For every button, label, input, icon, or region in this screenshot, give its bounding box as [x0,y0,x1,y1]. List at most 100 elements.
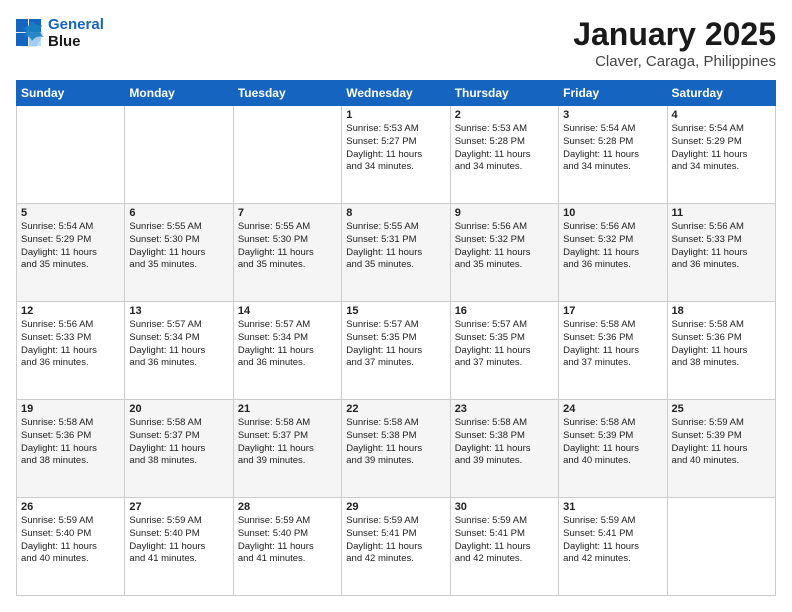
day-info: Sunrise: 5:58 AM Sunset: 5:36 PM Dayligh… [563,319,662,370]
cal-cell: 18 Sunrise: 5:58 AM Sunset: 5:36 PM Dayli… [667,302,775,400]
day-info: Sunrise: 5:59 AM Sunset: 5:41 PM Dayligh… [563,515,662,566]
day-number: 23 [455,403,554,415]
day-info: Sunrise: 5:58 AM Sunset: 5:36 PM Dayligh… [21,417,120,468]
day-info: Sunrise: 5:54 AM Sunset: 5:29 PM Dayligh… [672,123,771,174]
day-info: Sunrise: 5:53 AM Sunset: 5:28 PM Dayligh… [455,123,554,174]
weekday-header-friday: Friday [559,81,667,106]
day-number: 29 [346,501,445,513]
day-number: 7 [238,207,337,219]
weekday-header-row: SundayMondayTuesdayWednesdayThursdayFrid… [17,81,776,106]
weekday-header-thursday: Thursday [450,81,558,106]
cal-cell: 27Sunrise: 5:59 AM Sunset: 5:40 PM Dayli… [125,498,233,596]
day-number: 30 [455,501,554,513]
day-info: Sunrise: 5:59 AM Sunset: 5:40 PM Dayligh… [21,515,120,566]
day-number: 8 [346,207,445,219]
week-row-1: 5Sunrise: 5:54 AM Sunset: 5:29 PM Daylig… [17,204,776,302]
cal-cell: 23 Sunrise: 5:58 AM Sunset: 5:38 PM Dayli… [450,400,558,498]
week-row-0: 1Sunrise: 5:53 AM Sunset: 5:27 PM Daylig… [17,106,776,204]
cal-cell: 9Sunrise: 5:56 AM Sunset: 5:32 PM Daylig… [450,204,558,302]
day-number: 31 [563,501,662,513]
cal-cell: 8 Sunrise: 5:55 AM Sunset: 5:31 PM Daylig… [342,204,450,302]
cal-cell: 3 Sunrise: 5:54 AM Sunset: 5:28 PM Daylig… [559,106,667,204]
calendar-table: SundayMondayTuesdayWednesdayThursdayFrid… [16,80,776,596]
logo: General Blue [16,16,104,51]
title-block: January 2025 Claver, Caraga, Philippines [573,16,776,70]
calendar-subtitle: Claver, Caraga, Philippines [573,53,776,70]
logo-general: General [48,16,104,33]
cal-cell: 25 Sunrise: 5:59 AM Sunset: 5:39 PM Dayli… [667,400,775,498]
day-number: 4 [672,109,771,121]
cal-cell [125,106,233,204]
day-info: Sunrise: 5:55 AM Sunset: 5:30 PM Dayligh… [238,221,337,272]
page: General Blue January 2025 Claver, Caraga… [0,0,792,612]
day-info: Sunrise: 5:59 AM Sunset: 5:41 PM Dayligh… [455,515,554,566]
cal-cell: 14 Sunrise: 5:57 AM Sunset: 5:34 PM Dayli… [233,302,341,400]
cal-cell: 22Sunrise: 5:58 AM Sunset: 5:38 PM Dayli… [342,400,450,498]
day-info: Sunrise: 5:58 AM Sunset: 5:37 PM Dayligh… [129,417,228,468]
day-info: Sunrise: 5:55 AM Sunset: 5:30 PM Dayligh… [129,221,228,272]
day-number: 11 [672,207,771,219]
cal-cell: 15 Sunrise: 5:57 AM Sunset: 5:35 PM Dayli… [342,302,450,400]
day-info: Sunrise: 5:56 AM Sunset: 5:33 PM Dayligh… [672,221,771,272]
weekday-header-saturday: Saturday [667,81,775,106]
cal-cell: 28Sunrise: 5:59 AM Sunset: 5:40 PM Dayli… [233,498,341,596]
weekday-header-wednesday: Wednesday [342,81,450,106]
day-number: 26 [21,501,120,513]
day-number: 14 [238,305,337,317]
day-info: Sunrise: 5:57 AM Sunset: 5:35 PM Dayligh… [455,319,554,370]
day-number: 1 [346,109,445,121]
cal-cell [667,498,775,596]
cal-cell: 10Sunrise: 5:56 AM Sunset: 5:32 PM Dayli… [559,204,667,302]
cal-cell: 30 Sunrise: 5:59 AM Sunset: 5:41 PM Dayli… [450,498,558,596]
day-info: Sunrise: 5:58 AM Sunset: 5:37 PM Dayligh… [238,417,337,468]
cal-cell: 5Sunrise: 5:54 AM Sunset: 5:29 PM Daylig… [17,204,125,302]
day-number: 24 [563,403,662,415]
cal-cell: 31 Sunrise: 5:59 AM Sunset: 5:41 PM Dayli… [559,498,667,596]
cal-cell: 4 Sunrise: 5:54 AM Sunset: 5:29 PM Daylig… [667,106,775,204]
cal-cell: 7 Sunrise: 5:55 AM Sunset: 5:30 PM Daylig… [233,204,341,302]
cal-cell: 20 Sunrise: 5:58 AM Sunset: 5:37 PM Dayli… [125,400,233,498]
weekday-header-tuesday: Tuesday [233,81,341,106]
day-number: 15 [346,305,445,317]
day-number: 20 [129,403,228,415]
day-info: Sunrise: 5:56 AM Sunset: 5:33 PM Dayligh… [21,319,120,370]
day-info: Sunrise: 5:59 AM Sunset: 5:40 PM Dayligh… [238,515,337,566]
cal-cell: 12 Sunrise: 5:56 AM Sunset: 5:33 PM Dayli… [17,302,125,400]
week-row-4: 26 Sunrise: 5:59 AM Sunset: 5:40 PM Dayli… [17,498,776,596]
day-info: Sunrise: 5:57 AM Sunset: 5:35 PM Dayligh… [346,319,445,370]
day-info: Sunrise: 5:58 AM Sunset: 5:38 PM Dayligh… [455,417,554,468]
week-row-2: 12 Sunrise: 5:56 AM Sunset: 5:33 PM Dayli… [17,302,776,400]
day-number: 12 [21,305,120,317]
cal-cell: 11 Sunrise: 5:56 AM Sunset: 5:33 PM Dayli… [667,204,775,302]
day-info: Sunrise: 5:54 AM Sunset: 5:29 PM Dayligh… [21,221,120,272]
weekday-header-monday: Monday [125,81,233,106]
day-info: Sunrise: 5:54 AM Sunset: 5:28 PM Dayligh… [563,123,662,174]
cal-cell [17,106,125,204]
calendar-title: January 2025 [573,16,776,53]
day-number: 10 [563,207,662,219]
day-info: Sunrise: 5:57 AM Sunset: 5:34 PM Dayligh… [238,319,337,370]
day-info: Sunrise: 5:59 AM Sunset: 5:40 PM Dayligh… [129,515,228,566]
day-number: 17 [563,305,662,317]
cal-cell: 17 Sunrise: 5:58 AM Sunset: 5:36 PM Dayli… [559,302,667,400]
day-number: 3 [563,109,662,121]
day-number: 2 [455,109,554,121]
day-number: 22 [346,403,445,415]
cal-cell: 26 Sunrise: 5:59 AM Sunset: 5:40 PM Dayli… [17,498,125,596]
day-info: Sunrise: 5:58 AM Sunset: 5:39 PM Dayligh… [563,417,662,468]
weekday-header-sunday: Sunday [17,81,125,106]
cal-cell: 2 Sunrise: 5:53 AM Sunset: 5:28 PM Daylig… [450,106,558,204]
logo-blue: Blue [48,33,81,50]
day-number: 6 [129,207,228,219]
day-number: 21 [238,403,337,415]
cal-cell: 13Sunrise: 5:57 AM Sunset: 5:34 PM Dayli… [125,302,233,400]
cal-cell: 24 Sunrise: 5:58 AM Sunset: 5:39 PM Dayli… [559,400,667,498]
day-number: 13 [129,305,228,317]
day-info: Sunrise: 5:55 AM Sunset: 5:31 PM Dayligh… [346,221,445,272]
cal-cell: 21 Sunrise: 5:58 AM Sunset: 5:37 PM Dayli… [233,400,341,498]
day-info: Sunrise: 5:59 AM Sunset: 5:39 PM Dayligh… [672,417,771,468]
day-number: 18 [672,305,771,317]
day-number: 25 [672,403,771,415]
day-info: Sunrise: 5:58 AM Sunset: 5:36 PM Dayligh… [672,319,771,370]
logo-icon [16,19,44,47]
